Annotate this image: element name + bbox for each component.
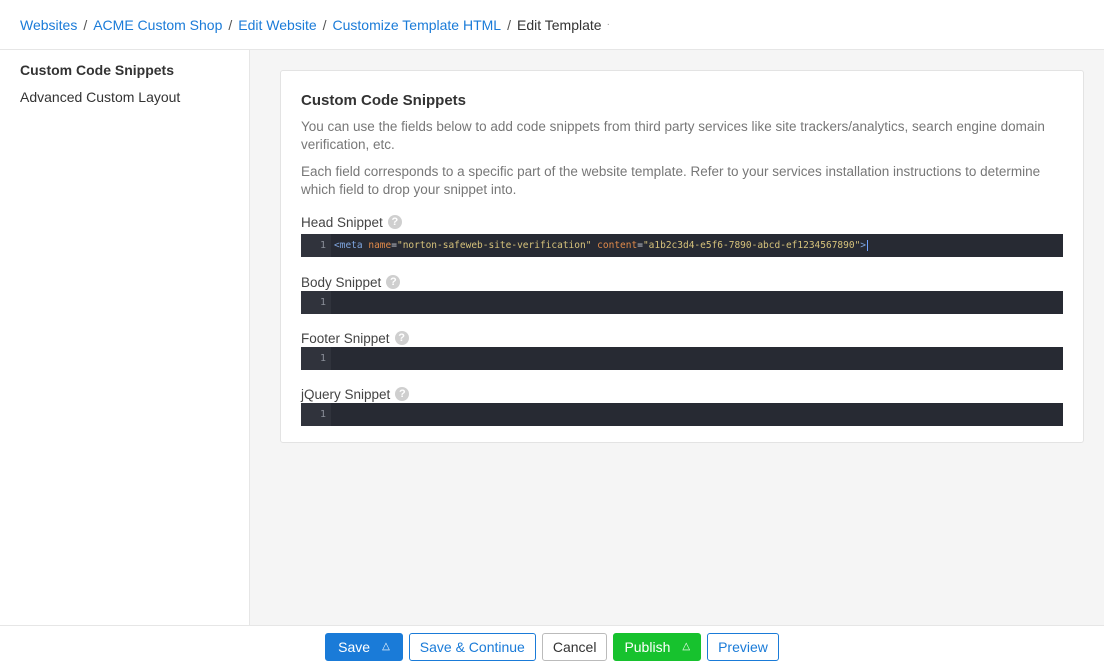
line-number: 1 <box>301 234 331 257</box>
cancel-button[interactable]: Cancel <box>541 632 608 661</box>
card-description-2: Each field corresponds to a specific par… <box>301 164 1041 197</box>
help-icon[interactable]: ? <box>394 331 409 345</box>
code-attr-name: name <box>368 240 392 251</box>
code-tag: <meta <box>334 240 363 251</box>
body-snippet-editor[interactable]: 1 <box>301 291 1063 314</box>
sidebar: Custom Code Snippets Advanced Custom Lay… <box>0 50 250 625</box>
code-tag-end: > <box>860 240 867 251</box>
save-button[interactable]: Save △ <box>325 632 403 661</box>
code-value-name: "norton-safeweb-site-verification" <box>396 240 592 251</box>
card-title: Custom Code Snippets <box>301 92 467 109</box>
chevron-up-icon[interactable]: △ <box>382 641 390 652</box>
chevron-up-icon[interactable]: △ <box>682 641 690 652</box>
code-value-content: "a1b2c3d4-e5f6-7890-abcd-ef1234567890" <box>642 240 861 251</box>
help-icon[interactable]: ? <box>387 215 402 229</box>
footer-snippet-label-text: Footer Snippet <box>301 330 390 346</box>
snippets-card: Custom Code Snippets You can use the fie… <box>280 70 1084 443</box>
code-attr-content: content <box>597 240 638 251</box>
jquery-snippet-label-text: jQuery Snippet <box>301 386 391 402</box>
save-continue-button[interactable]: Save & Continue <box>408 632 536 661</box>
breadcrumb-separator: / <box>228 16 233 33</box>
action-bar: Save △ Save & Continue Cancel Publish △ … <box>0 625 1104 667</box>
breadcrumb-link-websites[interactable]: Websites <box>20 17 77 33</box>
jquery-snippet-label: jQuery Snippet ? <box>301 385 1063 403</box>
breadcrumb-separator: / <box>507 16 511 33</box>
sidebar-item-custom-code-snippets[interactable]: Custom Code Snippets <box>0 62 249 89</box>
text-cursor <box>867 240 869 251</box>
head-snippet-editor[interactable]: 1 <meta name="norton-safeweb-site-verifi… <box>301 234 1063 257</box>
preview-button[interactable]: Preview <box>707 632 779 661</box>
head-snippet-label: Head Snippet ? <box>301 213 1063 231</box>
breadcrumb-link-edit-website[interactable]: Edit Website <box>238 17 316 33</box>
footer-snippet-editor[interactable]: 1 <box>301 347 1063 370</box>
breadcrumb-link-shop[interactable]: ACME Custom Shop <box>93 17 222 33</box>
breadcrumb-separator: / <box>322 16 327 33</box>
head-snippet-label-text: Head Snippet <box>301 214 383 230</box>
footer-snippet-label: Footer Snippet ? <box>301 329 1063 347</box>
publish-button[interactable]: Publish △ <box>613 632 702 661</box>
breadcrumb-dot-icon: · <box>606 19 610 30</box>
breadcrumb-link-customize-template[interactable]: Customize Template HTML <box>333 17 502 33</box>
main-content: Custom Code Snippets You can use the fie… <box>250 50 1104 625</box>
help-icon[interactable]: ? <box>386 275 401 289</box>
body-snippet-label: Body Snippet ? <box>301 273 1063 291</box>
line-number: 1 <box>301 403 331 426</box>
body-snippet-label-text: Body Snippet <box>301 274 382 290</box>
line-number: 1 <box>301 291 331 314</box>
publish-label: Publish <box>624 638 671 655</box>
save-label: Save <box>338 638 371 655</box>
jquery-snippet-editor[interactable]: 1 <box>301 403 1063 426</box>
head-snippet-code[interactable]: <meta name="norton-safeweb-site-verifica… <box>331 240 869 251</box>
line-number: 1 <box>301 347 331 370</box>
card-description-1: You can use the fields below to add code… <box>301 119 1045 152</box>
breadcrumb-current: Edit Template <box>516 16 602 33</box>
sidebar-item-advanced-custom-layout[interactable]: Advanced Custom Layout <box>0 89 249 116</box>
help-icon[interactable]: ? <box>395 387 410 401</box>
breadcrumb: Websites / ACME Custom Shop / Edit Websi… <box>0 0 1104 50</box>
breadcrumb-separator: / <box>83 16 88 33</box>
